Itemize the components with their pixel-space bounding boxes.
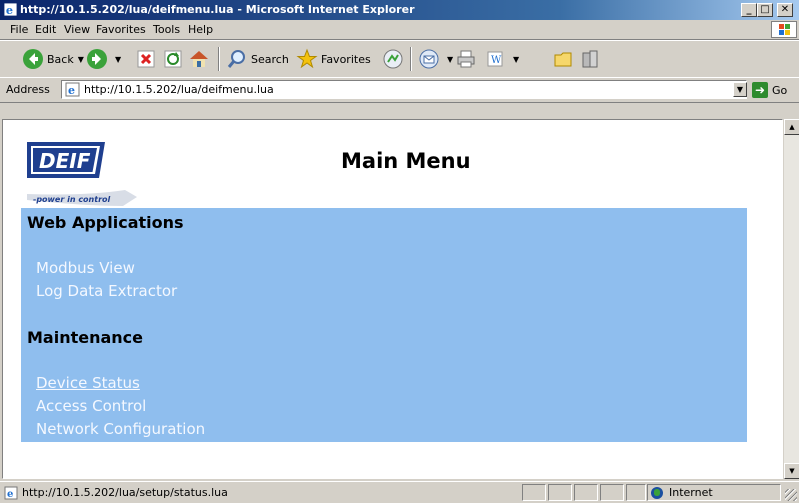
windows-flag-icon — [771, 21, 797, 38]
mail-icon — [419, 49, 439, 69]
svg-text:e: e — [7, 489, 13, 500]
forward-dropdown-icon[interactable]: ▼ — [115, 55, 121, 64]
address-bar: Address e http://10.1.5.202/lua/deifmenu… — [0, 77, 799, 103]
forward-button[interactable]: ▼ — [86, 47, 121, 71]
back-arrow-icon — [23, 49, 43, 69]
folder-icon — [554, 52, 572, 67]
svg-text:W: W — [491, 55, 502, 66]
research-icon — [582, 50, 598, 68]
status-bar: e http://10.1.5.202/lua/setup/status.lua… — [0, 481, 799, 503]
vertical-scrollbar[interactable]: ▲ ▼ — [783, 119, 799, 479]
scroll-down-icon[interactable]: ▼ — [784, 463, 799, 479]
media-icon — [383, 49, 403, 69]
star-icon — [296, 48, 318, 69]
search-label: Search — [251, 52, 289, 66]
menu-tools[interactable]: Tools — [153, 23, 180, 36]
address-input[interactable]: e http://10.1.5.202/lua/deifmenu.lua — [61, 80, 747, 99]
edit-dropdown-icon[interactable]: ▼ — [513, 55, 519, 64]
status-pane — [600, 484, 624, 501]
discuss-button[interactable] — [552, 47, 577, 71]
go-label: Go — [772, 83, 788, 97]
standard-toolbar: Back ▼ ▼ Search Favorites ▼ W ▼ — [0, 40, 799, 78]
toolbar-separator — [218, 47, 220, 71]
link-device-status[interactable]: Device Status — [36, 374, 140, 392]
zone-label: Internet — [669, 486, 713, 499]
mail-dropdown-icon[interactable]: ▼ — [447, 55, 453, 64]
research-button[interactable] — [580, 47, 605, 71]
scroll-up-icon[interactable]: ▲ — [784, 119, 799, 135]
media-button[interactable] — [382, 47, 407, 71]
minimize-button[interactable]: _ — [741, 3, 757, 17]
search-icon — [227, 50, 245, 68]
search-button[interactable]: Search — [226, 47, 289, 71]
print-button[interactable] — [455, 47, 480, 71]
menu-help[interactable]: Help — [188, 23, 213, 36]
mail-button[interactable]: ▼ — [418, 47, 453, 71]
close-button[interactable]: ✕ — [777, 3, 793, 17]
resize-grip-icon[interactable] — [785, 489, 797, 501]
edit-button[interactable]: W ▼ — [484, 47, 519, 71]
link-modbus-view[interactable]: Modbus View — [36, 259, 135, 277]
favorites-label: Favorites — [321, 52, 371, 66]
ie-page-icon: e — [4, 486, 18, 500]
menu-edit[interactable]: Edit — [35, 23, 56, 36]
print-icon — [457, 50, 475, 68]
refresh-icon — [164, 50, 182, 68]
link-access-control[interactable]: Access Control — [36, 397, 146, 415]
logo-text: DEIF — [39, 149, 91, 173]
logo-tagline: -power in control — [33, 195, 111, 204]
stop-button[interactable] — [135, 47, 160, 71]
window-title: http://10.1.5.202/lua/deifmenu.lua - Mic… — [20, 3, 415, 16]
stop-icon — [137, 50, 155, 68]
go-button[interactable]: ➜ Go — [752, 81, 787, 99]
menu-favorites[interactable]: Favorites — [96, 23, 146, 36]
address-label: Address — [6, 83, 50, 96]
window-titlebar[interactable]: e http://10.1.5.202/lua/deifmenu.lua - M… — [0, 0, 799, 20]
svg-text:e: e — [6, 3, 13, 17]
home-button[interactable] — [188, 47, 213, 71]
edit-icon: W — [487, 51, 503, 67]
address-dropdown-icon[interactable]: ▼ — [733, 82, 747, 97]
menu-file[interactable]: File — [10, 23, 28, 36]
link-log-data-extractor[interactable]: Log Data Extractor — [36, 282, 177, 300]
ie-page-icon: e — [65, 82, 80, 97]
address-url: http://10.1.5.202/lua/deifmenu.lua — [84, 83, 274, 96]
back-label: Back — [47, 52, 74, 66]
back-dropdown-icon[interactable]: ▼ — [78, 55, 84, 64]
status-pane — [548, 484, 572, 501]
status-pane — [574, 484, 598, 501]
deif-logo[interactable]: DEIF -power in control — [25, 140, 139, 206]
back-button[interactable]: Back ▼ — [22, 47, 84, 71]
ie-logo-icon: e — [3, 2, 18, 17]
page-title: Main Menu — [341, 149, 471, 173]
link-network-configuration[interactable]: Network Configuration — [36, 420, 205, 438]
toolbar-separator — [410, 47, 412, 71]
go-arrow-icon: ➜ — [752, 82, 768, 98]
status-pane — [626, 484, 646, 501]
refresh-button[interactable] — [162, 47, 187, 71]
section-title-web-applications: Web Applications — [27, 213, 184, 232]
favorites-button[interactable]: Favorites — [296, 47, 371, 71]
status-text: http://10.1.5.202/lua/setup/status.lua — [22, 486, 228, 499]
security-zone: Internet — [651, 486, 713, 499]
status-pane — [522, 484, 546, 501]
forward-arrow-icon — [87, 49, 107, 69]
svg-text:e: e — [68, 84, 75, 97]
menu-view[interactable]: View — [64, 23, 90, 36]
home-icon — [190, 51, 208, 67]
globe-icon — [651, 486, 663, 499]
menu-bar: File Edit View Favorites Tools Help — [0, 20, 799, 40]
section-title-maintenance: Maintenance — [27, 328, 144, 347]
maximize-button[interactable]: □ — [757, 3, 773, 17]
